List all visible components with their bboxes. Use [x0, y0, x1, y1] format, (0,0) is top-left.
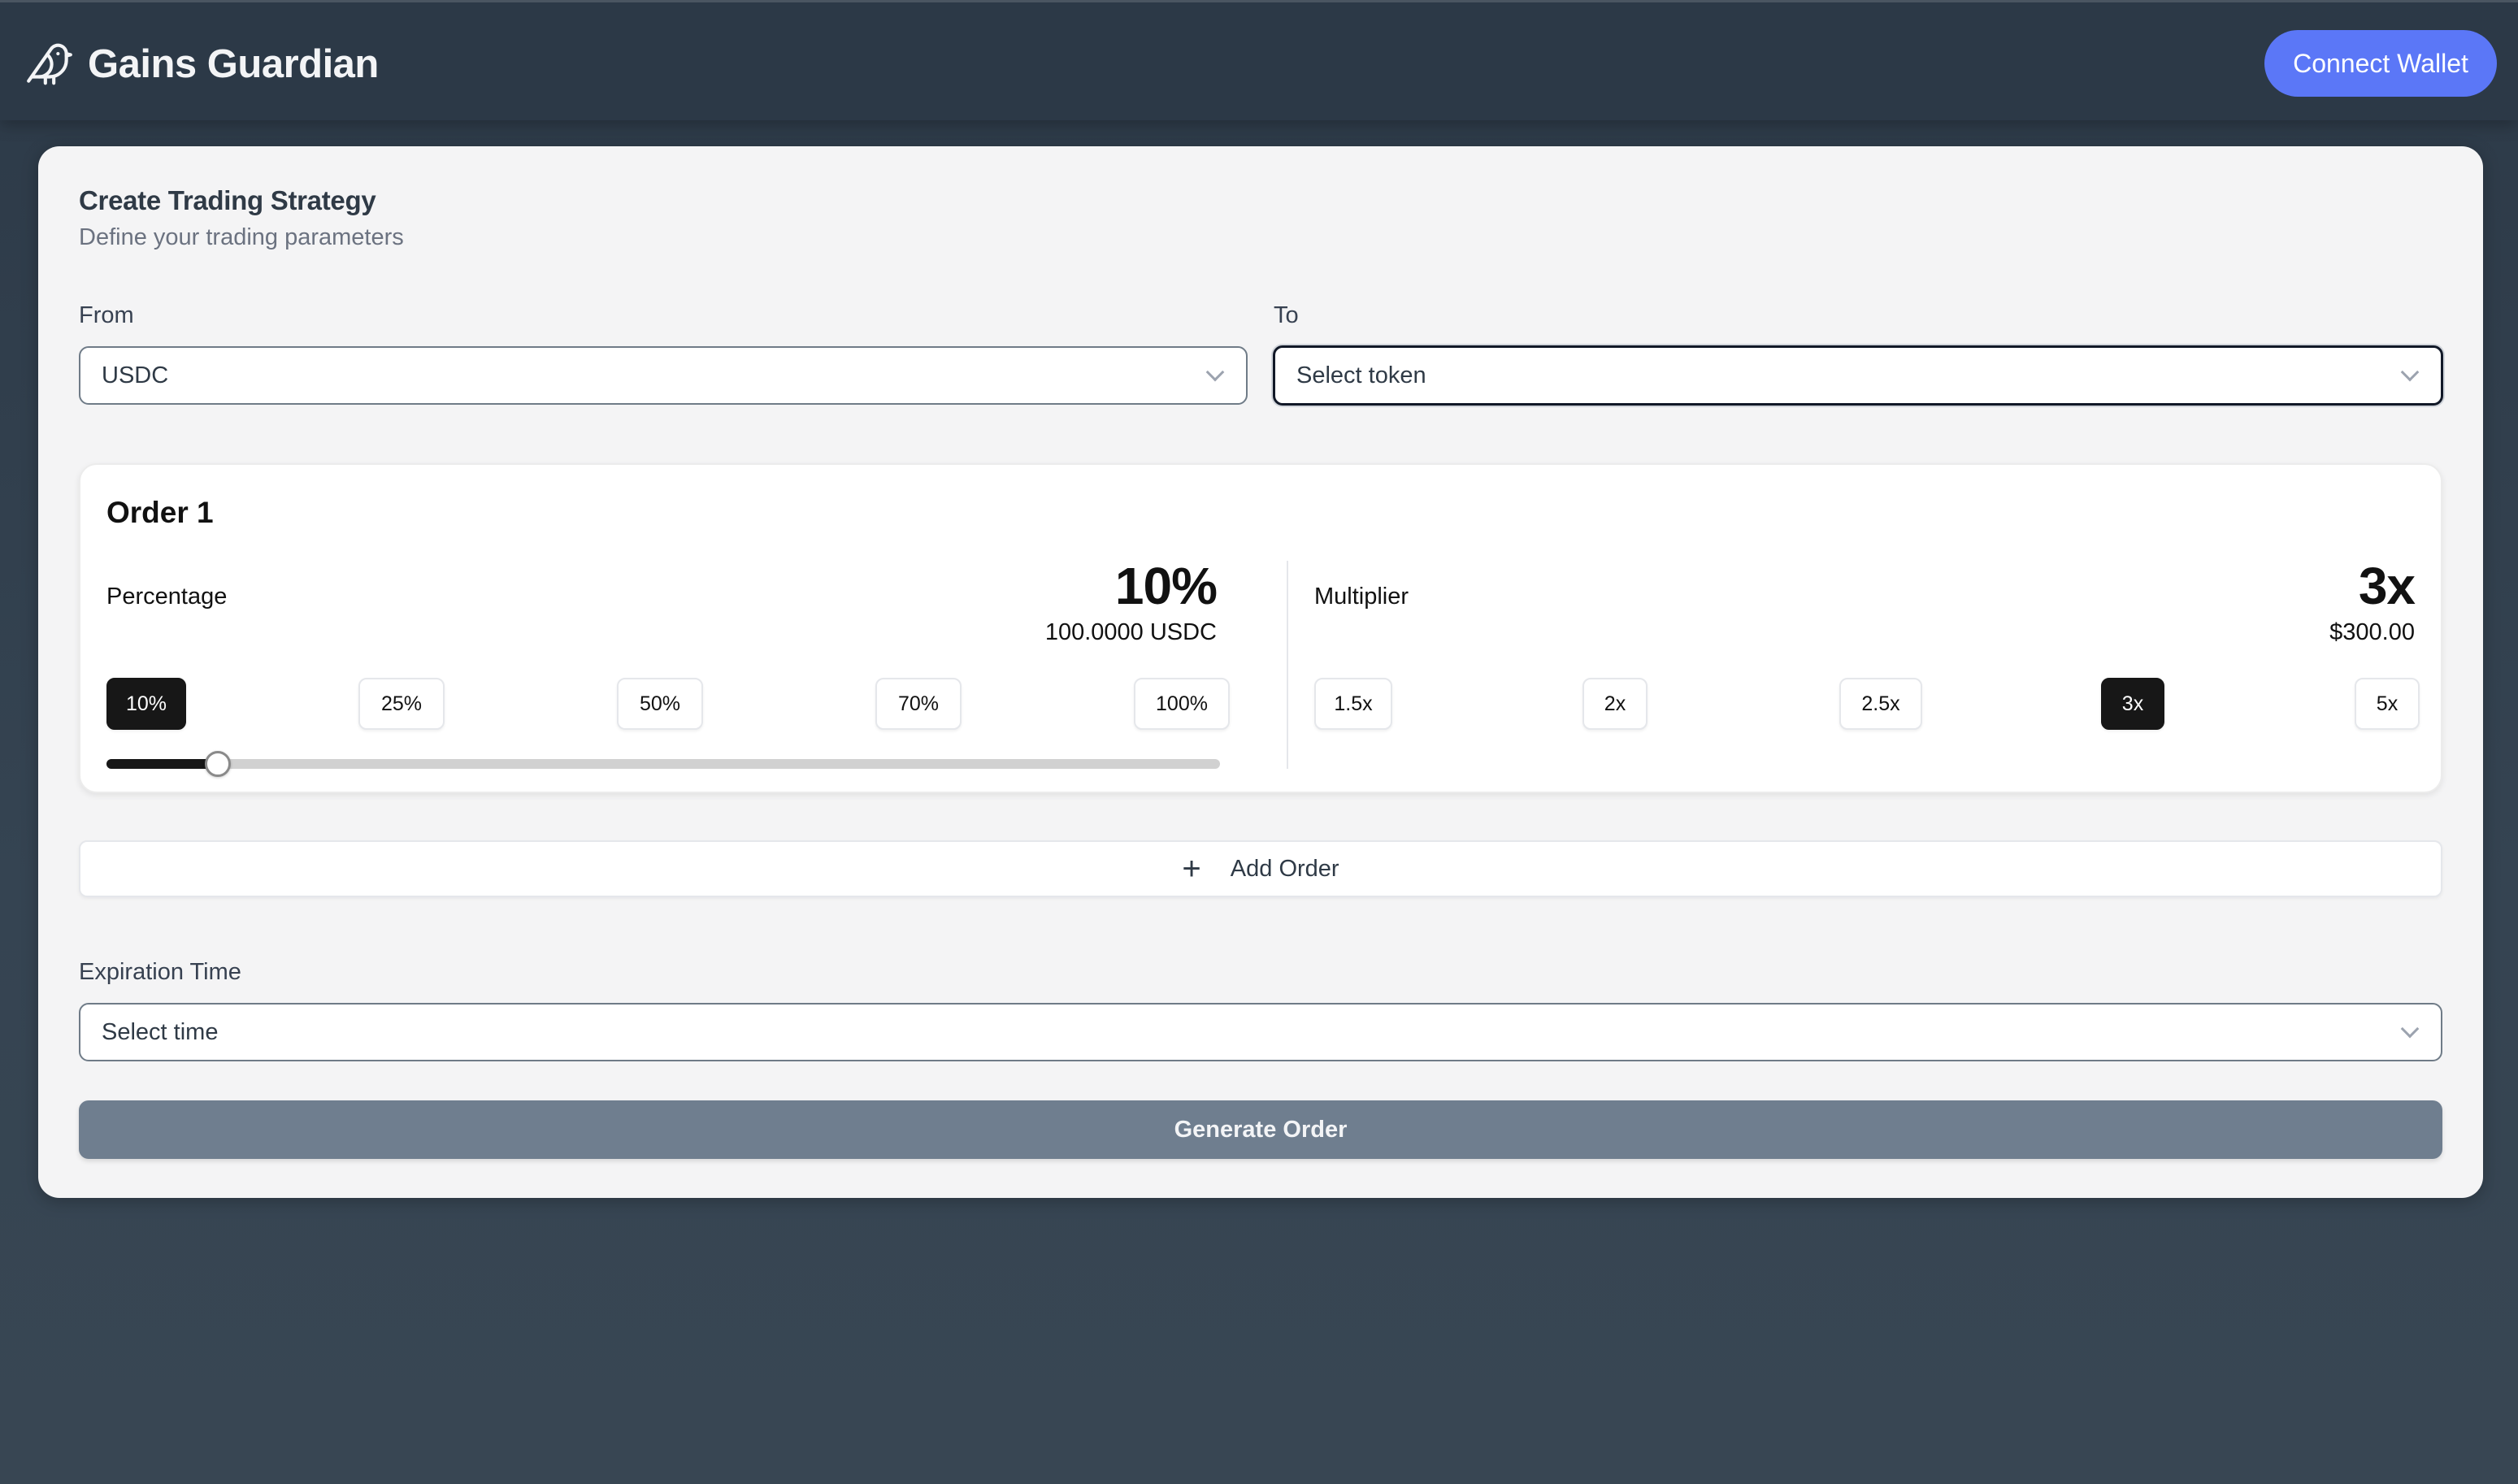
multiplier-option-3x[interactable]: 3x — [2101, 678, 2164, 730]
top-nav-bar: Gains Guardian Connect Wallet — [0, 0, 2518, 120]
multiplier-option-2x[interactable]: 2x — [1582, 678, 1648, 730]
add-order-button[interactable]: + Add Order — [79, 840, 2442, 897]
percentage-option-100[interactable]: 100% — [1134, 678, 1230, 730]
chevron-down-icon — [1205, 362, 1225, 382]
chevron-down-icon — [2400, 362, 2420, 382]
connect-wallet-button[interactable]: Connect Wallet — [2264, 30, 2497, 97]
expiration-placeholder: Select time — [102, 1018, 219, 1045]
multiplier-option-1-5x[interactable]: 1.5x — [1314, 678, 1392, 730]
brand[interactable]: Gains Guardian — [24, 38, 379, 90]
slider-fill — [106, 759, 218, 769]
bird-icon — [27, 43, 72, 85]
slider-thumb[interactable] — [205, 751, 231, 777]
app-title: Gains Guardian — [88, 42, 379, 86]
card-subtitle: Define your trading parameters — [79, 224, 404, 250]
percentage-option-25[interactable]: 25% — [358, 678, 445, 730]
percentage-option-10[interactable]: 10% — [106, 678, 186, 730]
from-token-select[interactable]: USDC — [79, 346, 1248, 405]
percentage-option-50[interactable]: 50% — [617, 678, 703, 730]
plus-icon: + — [1182, 851, 1201, 887]
multiplier-value: 3x — [2358, 557, 2416, 615]
order-title: Order 1 — [106, 496, 214, 529]
to-label: To — [1274, 302, 1299, 328]
percentage-amount: 100.0000 USDC — [1044, 619, 1217, 645]
multiplier-amount: $300.00 — [2329, 619, 2415, 645]
multiplier-option-5x[interactable]: 5x — [2355, 678, 2420, 730]
expiration-time-select[interactable]: Select time — [79, 1003, 2442, 1061]
to-token-placeholder: Select token — [1296, 362, 1426, 388]
chevron-down-icon — [2400, 1019, 2420, 1039]
create-strategy-card: Create Trading Strategy Define your trad… — [38, 146, 2483, 1198]
percentage-value: 10% — [1114, 557, 1218, 615]
order-card: Order 1 Percentage 10% 100.0000 USDC 10%… — [79, 463, 2442, 793]
from-token-value: USDC — [102, 362, 169, 388]
generate-order-button[interactable]: Generate Order — [79, 1100, 2442, 1159]
percentage-option-70[interactable]: 70% — [875, 678, 962, 730]
from-label: From — [79, 302, 134, 328]
card-title: Create Trading Strategy — [79, 185, 376, 215]
add-order-label: Add Order — [1230, 855, 1339, 882]
section-divider — [1287, 561, 1288, 769]
to-token-select[interactable]: Select token — [1273, 345, 2443, 406]
multiplier-label: Multiplier — [1314, 584, 1409, 610]
expiration-label: Expiration Time — [79, 959, 241, 985]
percentage-label: Percentage — [106, 584, 228, 610]
multiplier-option-2-5x[interactable]: 2.5x — [1839, 678, 1922, 730]
percentage-slider[interactable] — [106, 751, 1220, 777]
